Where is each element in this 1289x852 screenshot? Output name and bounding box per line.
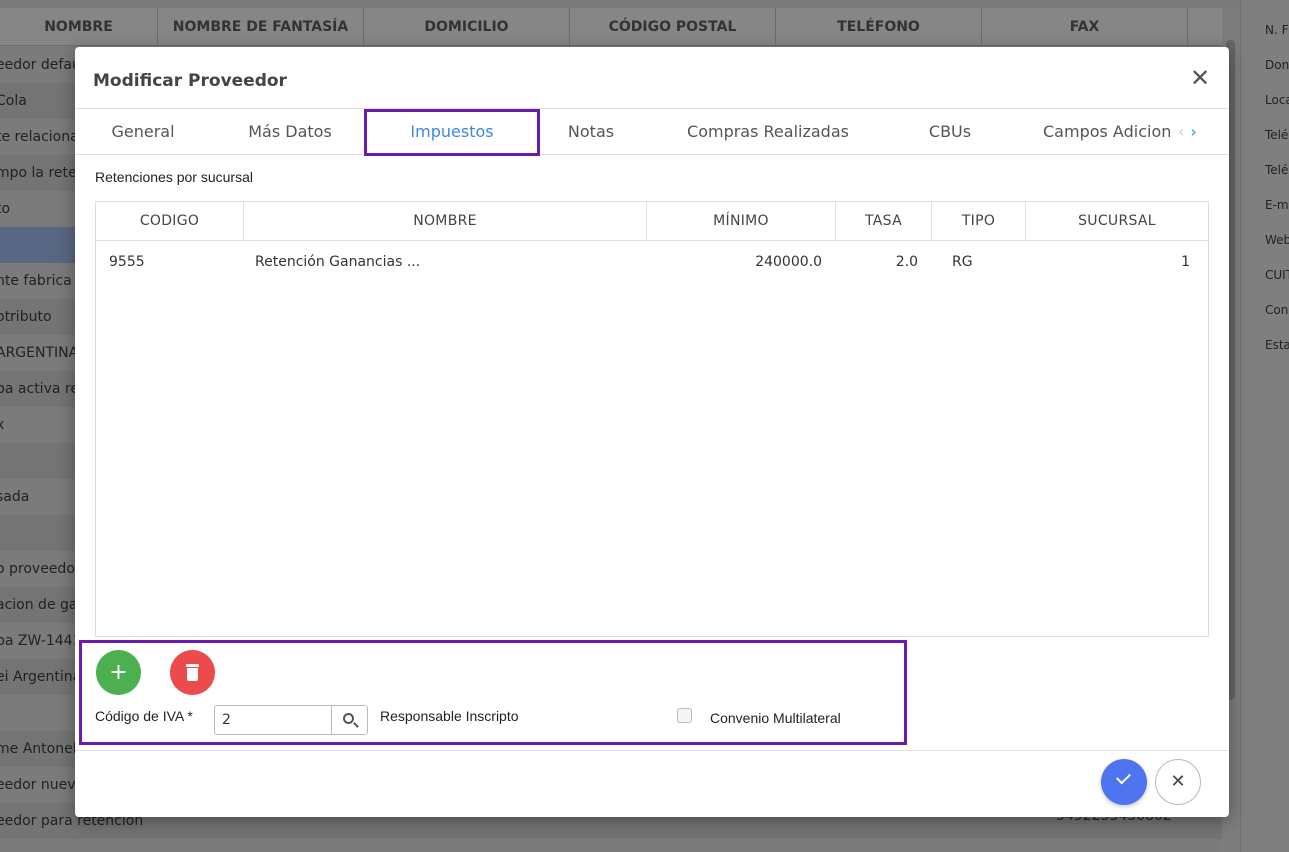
bg-col-telefono: TELÉFONO <box>776 8 982 46</box>
codigo-iva-label: Código de IVA * <box>95 708 193 724</box>
tab-notas[interactable]: Notas <box>551 109 631 155</box>
tab-bar: General Más Datos Impuestos Notas Compra… <box>75 109 1229 155</box>
detail-label: CUIT <box>1265 268 1289 282</box>
background-table-header: NOMBRE NOMBRE DE FANTASÍA DOMICILIO CÓDI… <box>0 8 1222 46</box>
tab-scroll-arrows: ‹ › <box>1178 109 1197 155</box>
modificar-proveedor-dialog: Modificar Proveedor ✕ General Más Datos … <box>75 47 1229 817</box>
detail-label: Con <box>1265 303 1289 317</box>
bg-col-fantasia: NOMBRE DE FANTASÍA <box>158 8 364 46</box>
tab-compras-realizadas[interactable]: Compras Realizadas <box>673 109 863 155</box>
codigo-iva-input[interactable] <box>214 705 332 735</box>
detail-label: Telé <box>1265 128 1289 142</box>
bg-row-name: to <box>0 201 11 217</box>
cancel-button[interactable]: ✕ <box>1155 759 1201 805</box>
cell-tasa: 2.0 <box>895 254 918 270</box>
bg-row-name: o proveedo <box>0 561 75 577</box>
col-sucursal[interactable]: SUCURSAL <box>1026 202 1208 241</box>
table-header: CODIGO NOMBRE MÍNIMO TASA TIPO SUCURSAL <box>96 202 1208 241</box>
detail-label: Esta <box>1265 338 1289 352</box>
bg-row-name: ei Argentina <box>0 669 82 685</box>
cell-tipo: RG <box>952 254 973 270</box>
bg-row-name: pa ZW-1441 <box>0 633 82 649</box>
confirm-button[interactable] <box>1101 759 1147 805</box>
bg-col-fax: FAX <box>982 8 1188 46</box>
check-icon <box>1116 769 1131 785</box>
bg-row-name: x <box>0 417 5 433</box>
bg-col-domicilio: DOMICILIO <box>364 8 570 46</box>
retenciones-table: CODIGO NOMBRE MÍNIMO TASA TIPO SUCURSAL … <box>95 201 1209 637</box>
dialog-title: Modificar Proveedor <box>93 71 287 91</box>
bg-row-name: pa activa re <box>0 381 79 397</box>
detail-label: Web <box>1265 233 1289 247</box>
cell-codigo: 9555 <box>109 254 145 270</box>
bg-row-name: te relaciona <box>0 129 79 145</box>
bg-row-name: me Antonel <box>0 741 77 757</box>
bg-col-cp: CÓDIGO POSTAL <box>570 8 776 46</box>
bg-row-name: eedor defau <box>0 57 81 73</box>
bg-row-name: acion de ga <box>0 597 78 613</box>
plus-icon: + <box>109 660 128 685</box>
bg-row-name: otributo <box>0 309 52 325</box>
detail-label: Telé <box>1265 163 1289 177</box>
col-tasa[interactable]: TASA <box>836 202 932 241</box>
cell-minimo: 240000.0 <box>755 254 822 270</box>
col-tipo[interactable]: TIPO <box>932 202 1026 241</box>
detail-label: Loca <box>1265 93 1289 107</box>
iva-description: Responsable Inscripto <box>380 708 519 724</box>
tab-impuestos-highlight-box <box>364 109 540 156</box>
close-icon[interactable]: ✕ <box>1187 65 1213 91</box>
tab-general[interactable]: General <box>93 109 193 155</box>
detail-label: E-m <box>1265 198 1289 212</box>
convenio-multilateral-checkbox[interactable] <box>677 708 692 723</box>
cell-sucursal: 1 <box>1181 254 1190 270</box>
col-nombre[interactable]: NOMBRE <box>244 202 647 241</box>
bg-row-name: mpo la rete <box>0 165 77 181</box>
divider <box>75 750 1229 751</box>
tab-campos-adicionales[interactable]: Campos Adicion <box>1043 109 1183 155</box>
tab-cbus[interactable]: CBUs <box>905 109 995 155</box>
close-icon: ✕ <box>1170 771 1186 792</box>
tab-mas-datos[interactable]: Más Datos <box>235 109 345 155</box>
chevron-right-icon[interactable]: › <box>1190 122 1196 141</box>
col-minimo[interactable]: MÍNIMO <box>647 202 836 241</box>
convenio-multilateral-label[interactable]: Convenio Multilateral <box>710 710 841 726</box>
table-row[interactable]: 9555 Retención Ganancias ... 240000.0 2.… <box>96 242 1208 282</box>
bg-row-name: sada <box>0 489 30 505</box>
background-detail-panel: N. F Don Loca Telé Telé E-m Web CUIT Con… <box>1240 0 1289 852</box>
bg-row-name: Cola <box>0 93 27 109</box>
bg-row-name: ARGENTINA <box>0 345 79 361</box>
iva-search-button[interactable] <box>331 705 368 735</box>
bg-row-name: nte fabrica <box>0 273 72 289</box>
add-button[interactable]: + <box>96 650 141 695</box>
section-label: Retenciones por sucursal <box>95 169 253 185</box>
cell-nombre: Retención Ganancias ... <box>255 254 421 270</box>
bg-row-name: eedor nuev <box>0 777 76 793</box>
col-codigo[interactable]: CODIGO <box>96 202 244 241</box>
detail-label: N. F <box>1265 23 1289 37</box>
chevron-left-icon[interactable]: ‹ <box>1178 122 1184 141</box>
bg-col-nombre: NOMBRE <box>0 8 158 46</box>
detail-label: Don <box>1265 58 1289 72</box>
delete-button[interactable] <box>170 650 215 695</box>
